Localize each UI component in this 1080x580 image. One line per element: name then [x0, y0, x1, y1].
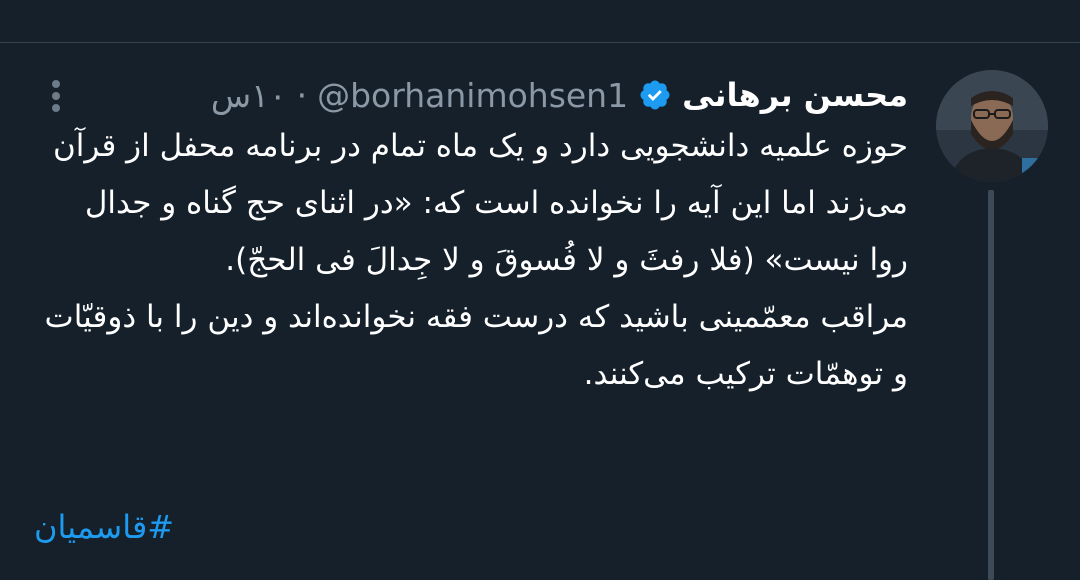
hashtag-link[interactable]: #قاسمیان	[34, 508, 174, 546]
user-handle[interactable]: @borhanimohsen1	[317, 76, 628, 115]
avatar[interactable]	[936, 70, 1048, 182]
tweet-text: حوزه علمیه دانشجویی دارد و یک ماه تمام د…	[42, 118, 908, 403]
more-options-button[interactable]	[42, 76, 70, 116]
tweet-timestamp[interactable]: ۱۰س	[211, 76, 287, 115]
tweet-header: محسن برهانی @borhanimohsen1 · ۱۰س	[211, 70, 908, 120]
tweet-paragraph: مراقب معمّمینی باشید که درست فقه نخوانده…	[44, 299, 908, 392]
display-name[interactable]: محسن برهانی	[682, 76, 908, 114]
tweet-paragraph: حوزه علمیه دانشجویی دارد و یک ماه تمام د…	[53, 128, 908, 278]
thread-line	[988, 190, 994, 580]
separator-dot: ·	[296, 75, 308, 115]
user-photo-avatar-icon	[936, 70, 1048, 182]
verified-badge-icon	[640, 80, 670, 110]
more-vertical-icon	[52, 80, 60, 112]
